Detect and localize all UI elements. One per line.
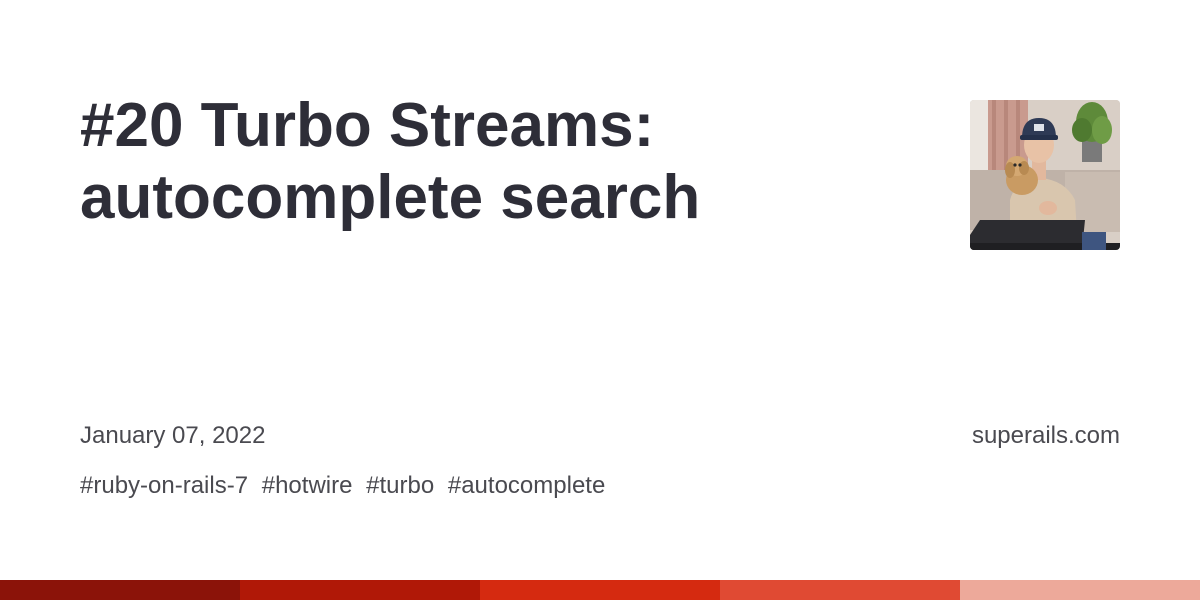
color-strip-segment: [720, 580, 960, 600]
tag-ruby-on-rails-7[interactable]: #ruby-on-rails-7: [80, 472, 248, 499]
publish-date: January 07, 2022: [80, 422, 266, 449]
title-line-1: #20 Turbo Streams:: [80, 91, 655, 160]
color-strip-segment: [960, 580, 1200, 600]
title-line-2: autocomplete search: [80, 163, 701, 232]
color-strip: [0, 580, 1200, 600]
author-avatar: [970, 100, 1120, 250]
site-name[interactable]: superails.com: [972, 422, 1120, 450]
color-strip-segment: [480, 580, 720, 600]
tag-autocomplete[interactable]: #autocomplete: [448, 472, 605, 499]
tag-list: #ruby-on-rails-7 #hotwire #turbo #autoco…: [80, 472, 612, 500]
social-card: #20 Turbo Streams: autocomplete search J…: [0, 0, 1200, 600]
color-strip-segment: [0, 580, 240, 600]
author-photo-icon: [970, 100, 1120, 250]
tag-turbo[interactable]: #turbo: [366, 472, 434, 499]
tag-hotwire[interactable]: #hotwire: [262, 472, 353, 499]
color-strip-segment: [240, 580, 480, 600]
page-title: #20 Turbo Streams: autocomplete search: [80, 90, 900, 234]
